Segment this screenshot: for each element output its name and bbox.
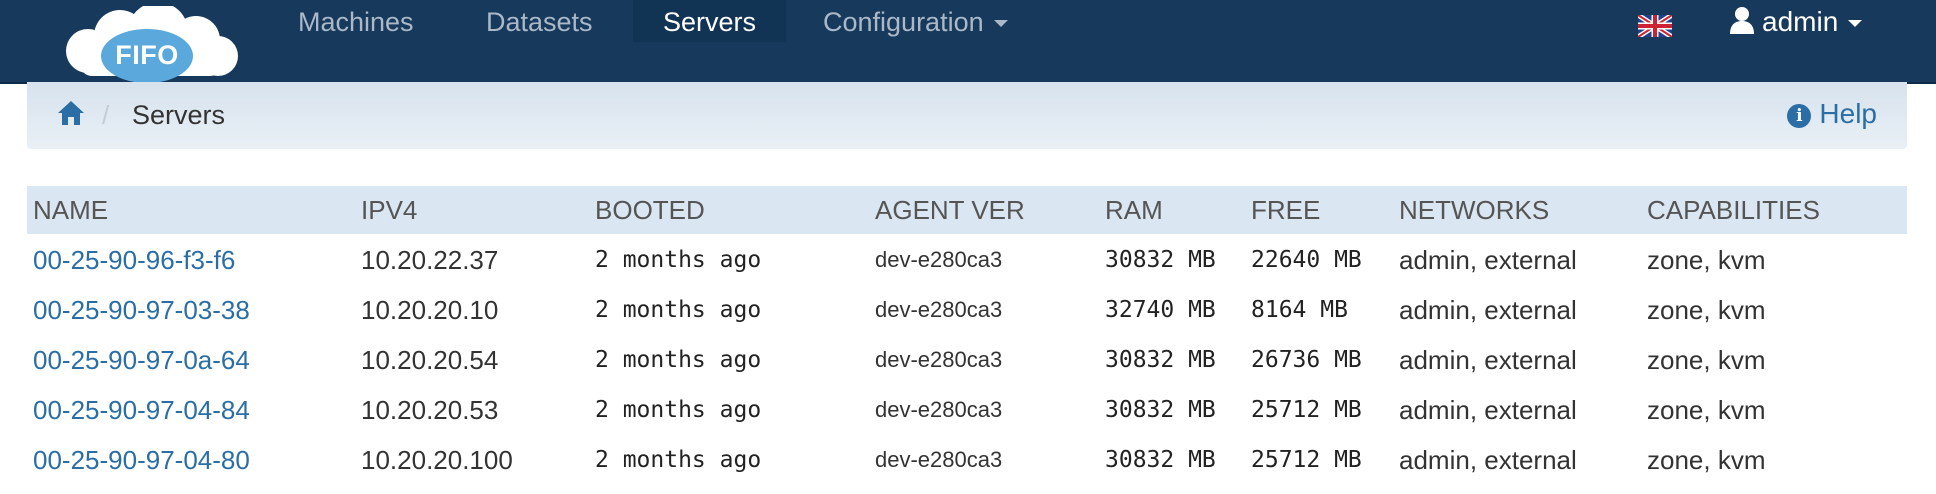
ipv4-cell: 10.20.22.37: [361, 245, 499, 275]
ipv4-cell: 10.20.20.54: [361, 345, 499, 375]
server-name-link[interactable]: 00-25-90-97-03-38: [33, 285, 250, 335]
booted-cell: 2 months ago: [595, 297, 762, 323]
nav-machines[interactable]: Machines: [268, 0, 444, 42]
networks-cell: admin, external: [1399, 245, 1577, 275]
fifo-logo[interactable]: FIFO: [58, 6, 244, 84]
user-label: admin: [1762, 6, 1839, 37]
logo-text: FIFO: [115, 40, 179, 70]
uk-flag-icon[interactable]: [1636, 12, 1674, 40]
networks-cell: admin, external: [1399, 295, 1577, 325]
table-row[interactable]: 00-25-90-97-03-38 10.20.20.10 2 months a…: [27, 285, 1907, 335]
table-row[interactable]: 00-25-90-97-0a-64 10.20.20.54 2 months a…: [27, 335, 1907, 385]
agent-version-cell: dev-e280ca3: [875, 447, 1003, 472]
ram-cell: 30832 MB: [1105, 347, 1216, 373]
free-cell: 22640 MB: [1251, 247, 1362, 273]
nav-servers-label: Servers: [663, 7, 757, 37]
capabilities-cell: zone, kvm: [1647, 395, 1766, 425]
free-cell: 25712 MB: [1251, 447, 1362, 473]
chevron-down-icon: [993, 20, 1008, 28]
networks-cell: admin, external: [1399, 345, 1577, 375]
nav-datasets[interactable]: Datasets: [456, 0, 623, 42]
ipv4-cell: 10.20.20.100: [361, 445, 513, 475]
home-icon[interactable]: [57, 99, 85, 127]
networks-cell: admin, external: [1399, 395, 1577, 425]
breadcrumb-separator: /: [102, 100, 110, 130]
breadcrumb: / Servers i Help: [27, 82, 1907, 149]
agent-version-cell: dev-e280ca3: [875, 247, 1003, 272]
server-name-link[interactable]: 00-25-90-97-04-84: [33, 385, 250, 435]
ram-cell: 30832 MB: [1105, 247, 1216, 273]
server-name-link[interactable]: 00-25-90-96-f3-f6: [33, 235, 235, 285]
booted-cell: 2 months ago: [595, 397, 762, 423]
capabilities-cell: zone, kvm: [1647, 445, 1766, 475]
column-header-networks[interactable]: NETWORKS: [1399, 186, 1549, 234]
user-menu[interactable]: admin: [1728, 0, 1863, 44]
agent-version-cell: dev-e280ca3: [875, 297, 1003, 322]
help-label: Help: [1819, 98, 1877, 129]
column-header-free[interactable]: FREE: [1251, 186, 1320, 234]
capabilities-cell: zone, kvm: [1647, 245, 1766, 275]
server-name-link[interactable]: 00-25-90-97-04-80: [33, 435, 250, 485]
agent-version-cell: dev-e280ca3: [875, 397, 1003, 422]
column-header-agent-ver[interactable]: AGENT VER: [875, 186, 1025, 234]
help-link[interactable]: i Help: [1787, 98, 1877, 130]
column-header-capabilities[interactable]: CAPABILITIES: [1647, 186, 1820, 234]
networks-cell: admin, external: [1399, 445, 1577, 475]
booted-cell: 2 months ago: [595, 347, 762, 373]
booted-cell: 2 months ago: [595, 247, 762, 273]
nav-configuration-label: Configuration: [823, 7, 984, 37]
free-cell: 25712 MB: [1251, 397, 1362, 423]
ipv4-cell: 10.20.20.53: [361, 395, 499, 425]
chevron-down-icon: [1848, 20, 1863, 28]
user-icon: [1730, 7, 1754, 34]
booted-cell: 2 months ago: [595, 447, 762, 473]
table-header: NAME IPV4 BOOTED AGENT VER RAM FREE NETW…: [27, 186, 1907, 234]
ram-cell: 30832 MB: [1105, 447, 1216, 473]
ipv4-cell: 10.20.20.10: [361, 295, 499, 325]
capabilities-cell: zone, kvm: [1647, 345, 1766, 375]
breadcrumb-current: Servers: [132, 100, 226, 130]
top-navbar: FIFO Machines Datasets Servers Configura…: [0, 0, 1936, 84]
nav-configuration[interactable]: Configuration: [793, 0, 1038, 42]
table-row[interactable]: 00-25-90-97-04-84 10.20.20.53 2 months a…: [27, 385, 1907, 435]
column-header-ipv4[interactable]: IPV4: [361, 186, 417, 234]
nav-datasets-label: Datasets: [486, 7, 593, 37]
capabilities-cell: zone, kvm: [1647, 295, 1766, 325]
nav-servers[interactable]: Servers: [633, 0, 787, 42]
ram-cell: 32740 MB: [1105, 297, 1216, 323]
free-cell: 8164 MB: [1251, 297, 1348, 323]
nav-machines-label: Machines: [298, 7, 414, 37]
info-icon: i: [1787, 104, 1812, 128]
column-header-name[interactable]: NAME: [33, 186, 108, 234]
agent-version-cell: dev-e280ca3: [875, 347, 1003, 372]
free-cell: 26736 MB: [1251, 347, 1362, 373]
table-row[interactable]: 00-25-90-96-f3-f6 10.20.22.37 2 months a…: [27, 235, 1907, 285]
table-row[interactable]: 00-25-90-97-04-80 10.20.20.100 2 months …: [27, 435, 1907, 485]
column-header-ram[interactable]: RAM: [1105, 186, 1163, 234]
servers-table: NAME IPV4 BOOTED AGENT VER RAM FREE NETW…: [27, 186, 1907, 485]
ram-cell: 30832 MB: [1105, 397, 1216, 423]
column-header-booted[interactable]: BOOTED: [595, 186, 705, 234]
server-name-link[interactable]: 00-25-90-97-0a-64: [33, 335, 250, 385]
